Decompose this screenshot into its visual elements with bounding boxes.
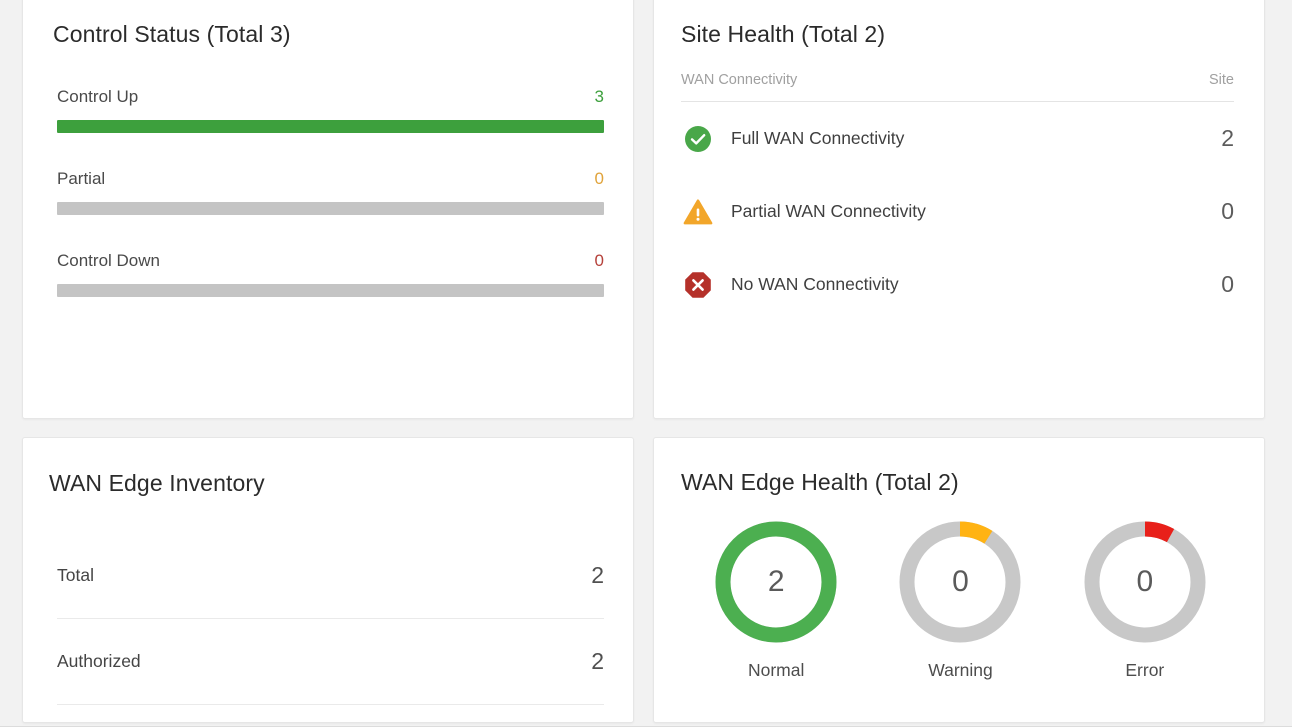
row-label: Total [57, 565, 94, 586]
donut-label: Error [1125, 660, 1164, 681]
bar-head: Control Up 3 [57, 87, 604, 107]
row-label: No WAN Connectivity [731, 274, 1206, 295]
site-health-title: Site Health (Total 2) [681, 21, 885, 48]
bar-fill [57, 120, 604, 133]
donut-chart: 0 [894, 516, 1026, 648]
donut-chart: 0 [1079, 516, 1211, 648]
row-count: 0 [1206, 198, 1234, 225]
bar-head: Control Down 0 [57, 251, 604, 271]
row-value: 2 [591, 562, 604, 589]
wan-edge-health-title: WAN Edge Health (Total 2) [681, 469, 959, 496]
bar-value: 0 [595, 169, 604, 189]
wan-edge-inventory-title: WAN Edge Inventory [49, 470, 265, 497]
donut-label: Warning [928, 660, 993, 681]
control-status-bar-item[interactable]: Partial 0 [57, 169, 604, 215]
row-label: Partial WAN Connectivity [731, 201, 1206, 222]
row-count: 2 [1206, 125, 1234, 152]
bar-value: 0 [595, 251, 604, 271]
error-octagon-icon [681, 268, 715, 302]
donut-normal[interactable]: 2 Normal [684, 516, 868, 681]
list-item[interactable]: Authorized 2 [57, 619, 604, 705]
bar-track [57, 284, 604, 297]
bar-label: Control Up [57, 87, 138, 107]
row-label: Full WAN Connectivity [731, 128, 1206, 149]
table-row[interactable]: Partial WAN Connectivity 0 [681, 175, 1234, 248]
check-circle-icon [681, 122, 715, 156]
control-status-bar-item[interactable]: Control Down 0 [57, 251, 604, 297]
row-value: 2 [591, 648, 604, 675]
donut-warning[interactable]: 0 Warning [868, 516, 1052, 681]
control-status-title: Control Status (Total 3) [53, 21, 291, 48]
card-control-status: Control Status (Total 3) Control Up 3 Pa… [22, 0, 634, 419]
donut-label: Normal [748, 660, 804, 681]
card-wan-edge-health: WAN Edge Health (Total 2) 2 Normal [653, 437, 1265, 723]
donut-value: 2 [710, 516, 842, 648]
dashboard-grid: Control Status (Total 3) Control Up 3 Pa… [0, 0, 1292, 727]
donut-value: 0 [1079, 516, 1211, 648]
bar-value: 3 [595, 87, 604, 107]
card-wan-edge-inventory: WAN Edge Inventory Total 2 Authorized 2 [22, 437, 634, 723]
bar-label: Control Down [57, 251, 160, 271]
site-health-table-header: WAN Connectivity Site [681, 72, 1234, 102]
bar-track [57, 120, 604, 133]
warning-triangle-icon [681, 195, 715, 229]
donut-chart: 2 [710, 516, 842, 648]
column-header-wan-connectivity: WAN Connectivity [681, 72, 797, 88]
control-status-bar-item[interactable]: Control Up 3 [57, 87, 604, 133]
card-site-health: Site Health (Total 2) WAN Connectivity S… [653, 0, 1265, 419]
site-health-table: WAN Connectivity Site Full WAN Connectiv… [681, 72, 1234, 321]
wan-edge-inventory-list: Total 2 Authorized 2 [57, 533, 604, 705]
donut-value: 0 [894, 516, 1026, 648]
table-row[interactable]: Full WAN Connectivity 2 [681, 102, 1234, 175]
donut-error[interactable]: 0 Error [1053, 516, 1237, 681]
bar-track [57, 202, 604, 215]
row-label: Authorized [57, 651, 141, 672]
wan-edge-health-donuts: 2 Normal 0 Warning [684, 516, 1237, 681]
control-status-bar-list: Control Up 3 Partial 0 Control Down [57, 87, 604, 297]
list-item[interactable]: Total 2 [57, 533, 604, 619]
bar-label: Partial [57, 169, 105, 189]
table-row[interactable]: No WAN Connectivity 0 [681, 248, 1234, 321]
column-header-site: Site [1209, 72, 1234, 88]
row-count: 0 [1206, 271, 1234, 298]
bar-head: Partial 0 [57, 169, 604, 189]
